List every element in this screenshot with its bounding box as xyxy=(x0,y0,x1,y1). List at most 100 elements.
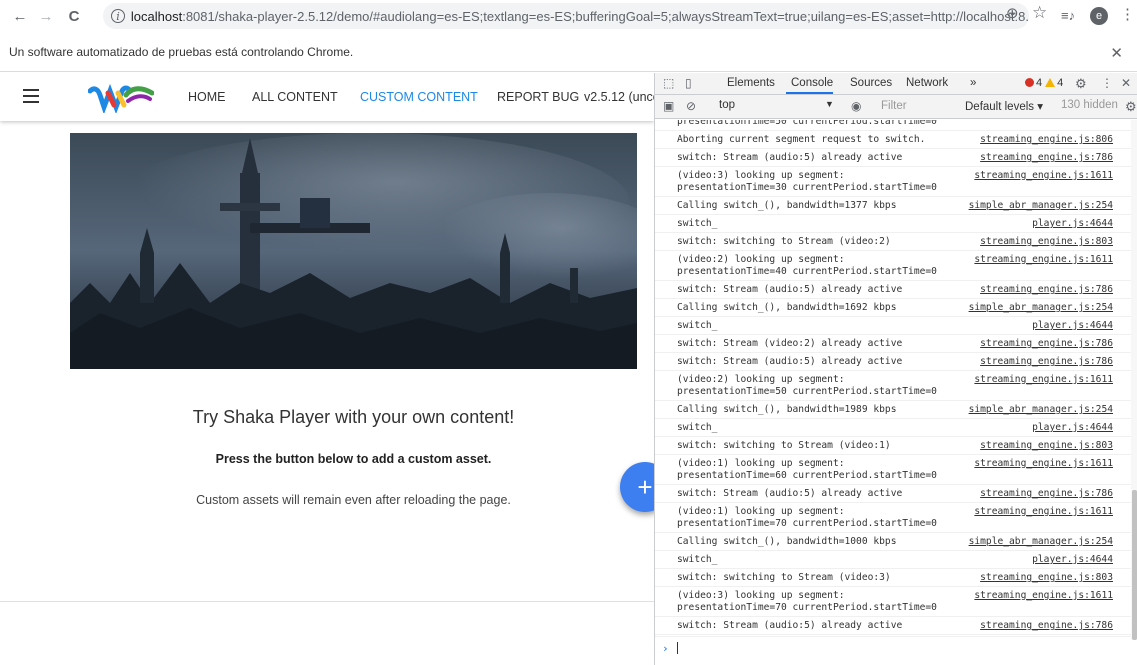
hamburger-menu-icon[interactable] xyxy=(23,89,39,103)
tab-network[interactable]: Network xyxy=(906,77,948,89)
log-source-link[interactable]: simple_abr_manager.js:254 xyxy=(969,536,1113,548)
install-icon[interactable]: ⊕ xyxy=(1006,4,1019,22)
log-source-link[interactable]: simple_abr_manager.js:254 xyxy=(969,404,1113,416)
tab-console[interactable]: Console xyxy=(791,77,833,89)
log-source-link[interactable]: streaming_engine.js:803 xyxy=(980,236,1113,248)
console-toolbar: ▣ ⊘ top ▼ ◉ Filter Default levels ▾ 130 … xyxy=(655,95,1137,119)
console-log-row: switch: switching to Stream (video:3) str… xyxy=(655,569,1131,587)
log-source-link[interactable]: streaming_engine.js:1611 xyxy=(974,506,1113,518)
nav-report-bug[interactable]: REPORT BUG xyxy=(497,90,579,104)
devtools-tabbar: ⬚ ▯ Elements Console Sources Network » 4… xyxy=(655,73,1137,95)
console-log-row: switch: Stream (audio:5) already active s… xyxy=(655,149,1131,167)
media-control-icon[interactable]: ≡♪ xyxy=(1061,8,1075,23)
console-scrollbar[interactable] xyxy=(1131,120,1137,640)
log-message: presentationTime=50 currentPeriod.startT… xyxy=(677,120,937,127)
console-log[interactable]: presentationTime=50 currentPeriod.startT… xyxy=(655,120,1131,640)
log-source-link[interactable]: streaming_engine.js:803 xyxy=(980,440,1113,452)
log-source-link[interactable]: player.js:4644 xyxy=(1032,554,1113,566)
console-log-row: (video:1) looking up segment: presentati… xyxy=(655,503,1131,533)
url-text: localhost:8081/shaka-player-2.5.12/demo/… xyxy=(131,9,1029,24)
scrollbar-thumb[interactable] xyxy=(1132,490,1137,640)
console-log-row: Calling switch_(), bandwidth=1989 kbps si… xyxy=(655,401,1131,419)
site-info-icon[interactable]: i xyxy=(111,9,125,23)
devtools-menu-icon[interactable]: ⋮ xyxy=(1101,76,1113,90)
devtools-panel: ⬚ ▯ Elements Console Sources Network » 4… xyxy=(654,73,1137,665)
log-source-link[interactable]: streaming_engine.js:1611 xyxy=(974,374,1113,386)
log-source-link[interactable]: player.js:4644 xyxy=(1032,320,1113,332)
console-log-row: switch_ player.js:4644 xyxy=(655,317,1131,335)
clear-console-icon[interactable]: ⊘ xyxy=(686,99,696,113)
url-host: localhost xyxy=(130,8,183,24)
devtools-close-icon[interactable]: ✕ xyxy=(1121,76,1131,90)
filter-input[interactable]: Filter xyxy=(877,98,955,115)
log-source-link[interactable]: streaming_engine.js:786 xyxy=(980,620,1113,632)
forward-icon[interactable]: → xyxy=(35,5,57,27)
page-viewport: HOME ALL CONTENT CUSTOM CONTENT REPORT B… xyxy=(0,73,654,665)
warning-icon xyxy=(1045,78,1056,87)
tab-sources[interactable]: Sources xyxy=(850,77,892,89)
log-message: switch_ xyxy=(677,320,718,331)
tab-elements[interactable]: Elements xyxy=(727,77,775,89)
log-source-link[interactable]: player.js:4644 xyxy=(1032,422,1113,434)
log-message: switch: Stream (video:2) already active xyxy=(677,338,903,349)
prompt-chevron-icon: › xyxy=(662,642,669,655)
console-log-row: switch: Stream (audio:5) already active s… xyxy=(655,485,1131,503)
log-message: Calling switch_(), bandwidth=1989 kbps xyxy=(677,404,897,415)
log-message: Calling switch_(), bandwidth=1692 kbps xyxy=(677,302,897,313)
profile-avatar[interactable]: e xyxy=(1090,7,1108,25)
console-log-row: switch: Stream (audio:5) already active s… xyxy=(655,617,1131,635)
live-expression-eye-icon[interactable]: ◉ xyxy=(851,99,861,113)
browser-toolbar: ← → C i localhost:8081/shaka-player-2.5.… xyxy=(0,0,1137,32)
console-log-row: switch_ player.js:4644 xyxy=(655,215,1131,233)
log-source-link[interactable]: streaming_engine.js:786 xyxy=(980,488,1113,500)
log-source-link[interactable]: simple_abr_manager.js:254 xyxy=(969,302,1113,314)
log-source-link[interactable]: player.js:4644 xyxy=(1032,218,1113,230)
log-source-link[interactable]: streaming_engine.js:786 xyxy=(980,152,1113,164)
log-source-link[interactable]: streaming_engine.js:1611 xyxy=(974,590,1113,602)
console-settings-gear-icon[interactable]: ⚙ xyxy=(1125,99,1137,115)
close-icon[interactable]: ✕ xyxy=(1110,44,1123,62)
console-prompt[interactable]: › xyxy=(655,636,1131,658)
device-toolbar-icon[interactable]: ▯ xyxy=(685,76,692,90)
log-source-link[interactable]: streaming_engine.js:1611 xyxy=(974,254,1113,266)
settings-gear-icon[interactable]: ⚙ xyxy=(1075,76,1087,92)
log-source-link[interactable]: streaming_engine.js:1611 xyxy=(974,170,1113,182)
log-levels-dropdown[interactable]: Default levels ▾ xyxy=(965,99,1043,113)
address-bar[interactable]: i localhost:8081/shaka-player-2.5.12/dem… xyxy=(103,3,1029,29)
console-log-row: presentationTime=50 currentPeriod.startT… xyxy=(655,120,1131,131)
issues-badge[interactable]: 44 xyxy=(1025,77,1063,89)
log-source-link[interactable]: streaming_engine.js:803 xyxy=(980,572,1113,584)
sidebar-toggle-icon[interactable]: ▣ xyxy=(663,99,674,113)
instruction-text: Press the button below to add a custom a… xyxy=(215,452,492,466)
log-message: Aborting current segment request to swit… xyxy=(677,134,926,145)
menu-icon[interactable]: ⋮ xyxy=(1120,5,1135,23)
error-icon xyxy=(1025,78,1034,87)
video-player[interactable] xyxy=(70,133,637,369)
nav-home[interactable]: HOME xyxy=(188,90,226,104)
console-log-row: (video:1) looking up segment: presentati… xyxy=(655,455,1131,485)
back-icon[interactable]: ← xyxy=(9,5,31,27)
app-header: HOME ALL CONTENT CUSTOM CONTENT REPORT B… xyxy=(0,73,654,121)
nav-custom-content[interactable]: CUSTOM CONTENT xyxy=(360,90,478,104)
context-selector[interactable]: top ▼ xyxy=(719,99,839,111)
reload-icon[interactable]: C xyxy=(63,5,85,27)
log-source-link[interactable]: simple_abr_manager.js:254 xyxy=(969,200,1113,212)
log-message: switch: Stream (audio:5) already active xyxy=(677,356,903,367)
error-count: 4 xyxy=(1036,77,1043,89)
inspect-element-icon[interactable]: ⬚ xyxy=(663,76,674,90)
log-source-link[interactable]: streaming_engine.js:786 xyxy=(980,356,1113,368)
nav-all-content[interactable]: ALL CONTENT xyxy=(252,90,338,104)
log-message: (video:2) looking up segment: presentati… xyxy=(677,254,937,277)
log-message: (video:3) looking up segment: presentati… xyxy=(677,590,937,613)
log-source-link[interactable]: streaming_engine.js:786 xyxy=(980,284,1113,296)
console-log-row: (video:2) looking up segment: presentati… xyxy=(655,371,1131,401)
log-source-link[interactable]: streaming_engine.js:806 xyxy=(980,134,1113,146)
more-tabs-icon[interactable]: » xyxy=(970,77,976,89)
log-source-link[interactable]: streaming_engine.js:786 xyxy=(980,338,1113,350)
log-message: switch: Stream (audio:5) already active xyxy=(677,488,903,499)
log-message: switch_ xyxy=(677,218,718,229)
star-icon[interactable]: ☆ xyxy=(1032,3,1047,23)
log-message: (video:1) looking up segment: presentati… xyxy=(677,506,937,529)
shaka-logo-icon[interactable] xyxy=(88,83,154,113)
log-source-link[interactable]: streaming_engine.js:1611 xyxy=(974,458,1113,470)
